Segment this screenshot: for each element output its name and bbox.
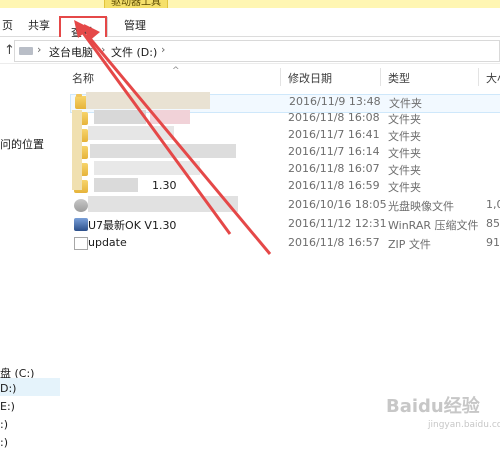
baidu-watermark-url: jingyan.baidu.com (428, 420, 500, 430)
arrow-line (86, 35, 272, 255)
annotation-arrows (74, 20, 272, 255)
baidu-watermark: Baidu经验 (386, 396, 480, 417)
arrow-line (76, 25, 232, 235)
